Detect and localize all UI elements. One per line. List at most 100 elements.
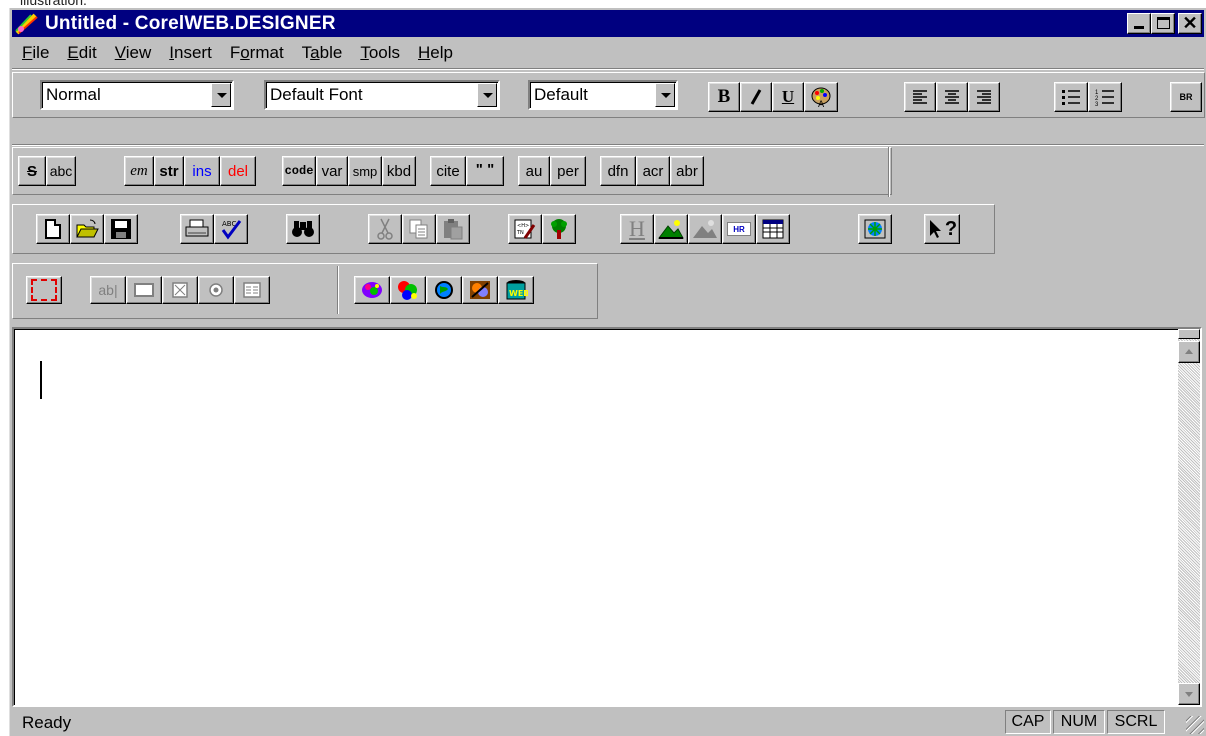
menu-item-tools[interactable]: Tools [351,43,409,63]
insert-imagemap-button[interactable] [688,214,722,244]
menu-label-post: nsert [174,43,212,62]
menu-item-insert[interactable]: Insert [160,43,221,63]
scroll-thumb[interactable] [1178,329,1200,339]
close-button[interactable]: ✕ [1178,13,1202,34]
style-combo[interactable]: Normal [40,80,234,110]
cite-button[interactable]: cite [430,156,466,186]
minimize-button[interactable] [1127,13,1151,34]
chevron-down-icon[interactable] [477,83,497,107]
bold-button[interactable]: B [708,82,740,112]
chevron-down-icon[interactable] [655,83,675,107]
cut-button[interactable] [368,214,402,244]
open-button[interactable] [70,214,104,244]
horizontal-rule-button[interactable]: HR [722,214,756,244]
edit-source-button[interactable]: <H> TN [508,214,542,244]
object-button-5[interactable]: WEB [498,276,534,304]
copy-button[interactable] [402,214,436,244]
form-button[interactable] [26,276,62,304]
tree-view-button[interactable] [542,214,576,244]
num-lock-indicator: NUM [1053,710,1105,734]
text-field-button[interactable]: ab| [90,276,126,304]
object-button-1[interactable] [354,276,390,304]
form-region-icon [31,279,57,301]
style-combo-value: Normal [46,85,101,104]
size-combo[interactable]: Default [528,80,678,110]
align-center-button[interactable] [936,82,968,112]
line-break-button[interactable]: BR [1170,82,1202,112]
quote-button[interactable]: " " [466,156,504,186]
del-button[interactable]: del [220,156,256,186]
smp-button[interactable]: smp [348,156,382,186]
object-button-2[interactable] [390,276,426,304]
em-button[interactable]: em [124,156,154,186]
imagemap-icon [693,220,717,238]
spellcheck-button[interactable]: ABC [214,214,248,244]
menu-item-format[interactable]: Format [221,43,293,63]
toolbar-divider [12,144,1204,146]
maximize-button[interactable] [1151,13,1175,34]
ins-button[interactable]: ins [184,156,220,186]
acronym-button[interactable]: acr [636,156,670,186]
kbd-button[interactable]: kbd [382,156,416,186]
object-button-3[interactable] [426,276,462,304]
web-browse-button[interactable] [858,214,892,244]
title-bar[interactable]: Untitled - CorelWEB.DESIGNER ✕ [12,10,1204,37]
menu-label-pre: F [229,43,241,62]
dfn-button[interactable]: dfn [600,156,636,186]
strong-button[interactable]: str [154,156,184,186]
vertical-scrollbar[interactable] [1178,329,1200,705]
image-icon [658,220,684,239]
help-label: ? [944,217,958,240]
object-button-4[interactable] [462,276,498,304]
web-bucket-icon: WEB [506,280,528,300]
web-globe-icon [864,219,886,239]
print-button[interactable] [180,214,214,244]
checkbox-button[interactable] [162,276,198,304]
document-editor[interactable] [12,327,1202,707]
find-button[interactable] [286,214,320,244]
font-combo-value: Default Font [270,85,363,104]
menu-item-view[interactable]: View [106,43,161,63]
menu-item-edit[interactable]: Edit [58,43,105,63]
chevron-down-icon[interactable] [211,83,231,107]
align-right-button[interactable] [968,82,1000,112]
menu-item-table[interactable]: Table [293,43,352,63]
context-help-button[interactable]: ? [924,214,960,244]
paste-button[interactable] [436,214,470,244]
radio-button-tool[interactable] [198,276,234,304]
insert-image-button[interactable] [654,214,688,244]
abc-button[interactable]: abc [46,156,76,186]
listbox-button[interactable] [234,276,270,304]
var-button[interactable]: var [316,156,348,186]
scroll-up-button[interactable] [1178,341,1200,363]
numbered-list-button[interactable]: 123 [1088,82,1122,112]
align-left-icon [913,90,927,104]
heading-button[interactable]: H [620,214,654,244]
resize-grip-icon[interactable] [1186,716,1204,734]
insert-table-button[interactable] [756,214,790,244]
italic-button[interactable] [740,82,772,112]
caption-text: illustration. [20,0,87,8]
font-combo[interactable]: Default Font [264,80,500,110]
save-disk-icon [111,219,131,239]
window-title: Untitled - CorelWEB.DESIGNER [45,12,336,34]
abbr-button[interactable]: abr [670,156,704,186]
scissors-icon [377,218,393,240]
author-button[interactable]: au [518,156,550,186]
numbered-list-icon: 123 [1095,90,1114,106]
align-left-button[interactable] [904,82,936,112]
menu-item-file[interactable]: File [12,43,58,63]
scroll-down-button[interactable] [1178,683,1200,705]
bullet-list-button[interactable] [1054,82,1088,112]
save-button[interactable] [104,214,138,244]
text-area-button[interactable] [126,276,162,304]
code-button[interactable]: code [282,156,316,186]
font-color-button[interactable]: A [804,82,838,112]
new-button[interactable] [36,214,70,244]
svg-text:WEB: WEB [509,289,528,298]
underline-button[interactable]: U [772,82,804,112]
strikethrough-button[interactable]: S [18,156,46,186]
menu-item-help[interactable]: Help [409,43,462,63]
menu-accelerator: T [360,43,369,62]
person-button[interactable]: per [550,156,586,186]
